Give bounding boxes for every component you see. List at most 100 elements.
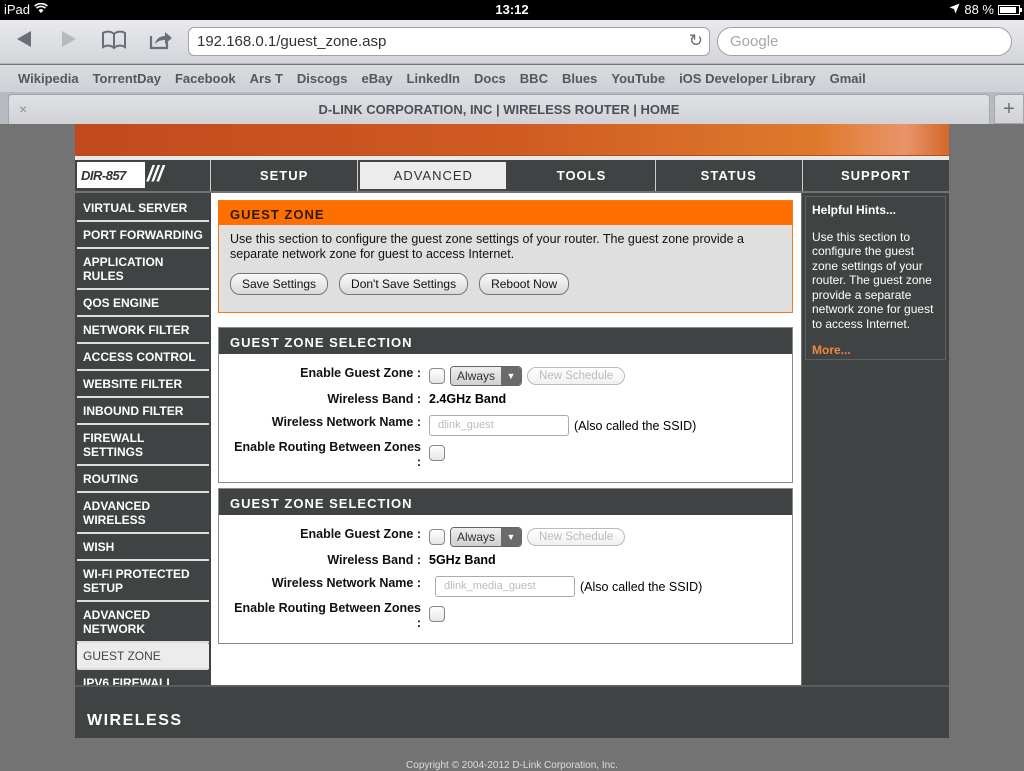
search-field[interactable]: Google — [717, 27, 1012, 56]
tab-title: D-LINK CORPORATION, INC | WIRELESS ROUTE… — [318, 102, 680, 117]
sidebar-item-firewall-settings[interactable]: FIREWALL SETTINGS — [77, 425, 209, 466]
browser-tab[interactable]: × D-LINK CORPORATION, INC | WIRELESS ROU… — [8, 94, 990, 124]
nav-tab-support[interactable]: SUPPORT — [803, 160, 949, 191]
schedule-select[interactable]: Always ▼ — [450, 527, 523, 547]
sidebar-item-advanced-network[interactable]: ADVANCED NETWORK — [77, 602, 209, 643]
nav-tab-advanced[interactable]: ADVANCED — [358, 160, 509, 191]
ssid-note: (Also called the SSID) — [574, 418, 697, 433]
dlink-banner — [75, 124, 949, 156]
enable-routing-label-text: Enable Routing Between Zones — [234, 601, 421, 615]
back-arrow-icon[interactable] — [16, 30, 32, 52]
chevron-down-icon: ▼ — [501, 528, 522, 546]
nav-tab-tools[interactable]: TOOLS — [508, 160, 656, 191]
schedule-selected-value: Always — [451, 528, 502, 546]
reboot-now-button[interactable]: Reboot Now — [479, 273, 570, 295]
bookmark-item[interactable]: Blues — [562, 71, 597, 86]
sidebar-item-routing[interactable]: ROUTING — [77, 466, 209, 493]
sidebar-item-access-control[interactable]: ACCESS CONTROL — [77, 344, 209, 371]
sidebar-item-guest-zone[interactable]: GUEST ZONE — [77, 643, 209, 670]
sidebar-item-wish[interactable]: WISH — [77, 534, 209, 561]
ios-status-bar: iPad 13:12 88 % — [0, 0, 1024, 20]
sidebar: VIRTUAL SERVER PORT FORWARDING APPLICATION… — [75, 193, 211, 724]
search-placeholder: Google — [730, 33, 779, 50]
wireless-network-name-label: Wireless Network Name : — [271, 415, 421, 429]
enable-routing-checkbox[interactable] — [429, 606, 445, 622]
model-slashes: /// — [147, 161, 163, 186]
enable-guest-zone-label: Enable Guest Zone : — [300, 527, 421, 541]
sidebar-item-application-rules[interactable]: APPLICATION RULES — [77, 249, 209, 290]
bookmark-item[interactable]: eBay — [361, 71, 392, 86]
schedule-select[interactable]: Always ▼ — [450, 366, 523, 386]
nav-tab-status[interactable]: STATUS — [656, 160, 803, 191]
bookmark-item[interactable]: Facebook — [175, 71, 236, 86]
sidebar-item-wi-fi-protected-setup[interactable]: WI-FI PROTECTED SETUP — [77, 561, 209, 602]
intro-title: GUEST ZONE — [219, 201, 792, 225]
section-title: GUEST ZONE SELECTION — [219, 489, 792, 515]
copyright-text: Copyright © 2004-2012 D-Link Corporation… — [406, 760, 618, 771]
enable-guest-zone-checkbox[interactable] — [429, 368, 445, 384]
sidebar-item-qos-engine[interactable]: QOS ENGINE — [77, 290, 209, 317]
enable-routing-checkbox[interactable] — [429, 445, 445, 461]
save-settings-button[interactable]: Save Settings — [230, 273, 329, 295]
address-bar[interactable]: 192.168.0.1/guest_zone.asp ↻ — [188, 27, 710, 56]
top-nav: DIR-857 /// SETUP ADVANCED TOOLS STATUS SUPP… — [75, 160, 949, 191]
forward-arrow-icon[interactable] — [61, 30, 77, 52]
wireless-band-value: 2.4GHz Band — [429, 392, 507, 406]
page-footer: WIRELESS — [75, 685, 949, 738]
sidebar-item-virtual-server[interactable]: VIRTUAL SERVER — [77, 195, 209, 222]
wireless-logo: WIRELESS — [87, 712, 183, 729]
ssid-input[interactable]: dlink_guest — [429, 415, 569, 436]
hints-title: Helpful Hints... — [812, 203, 896, 217]
schedule-selected-value: Always — [451, 367, 502, 385]
bookmark-item[interactable]: Gmail — [830, 71, 866, 86]
enable-guest-zone-checkbox[interactable] — [429, 529, 445, 545]
intro-description: Use this section to configure the guest … — [230, 232, 744, 261]
wireless-network-name-label: Wireless Network Name : — [271, 576, 421, 590]
bookmarks-book-icon[interactable] — [101, 30, 127, 54]
hints-body: Use this section to configure the guest … — [812, 229, 934, 331]
bookmark-item[interactable]: Wikipedia — [18, 71, 79, 86]
browser-toolbar: 192.168.0.1/guest_zone.asp ↻ Google — [0, 20, 1024, 64]
reload-icon[interactable]: ↻ — [689, 31, 703, 51]
guest-zone-selection-1: GUEST ZONE SELECTION Enable Guest Zone :… — [218, 327, 793, 483]
wireless-band-label: Wireless Band : — [327, 392, 421, 406]
ssid-note: (Also called the SSID) — [580, 579, 703, 594]
new-schedule-button[interactable]: New Schedule — [527, 528, 626, 546]
new-tab-button[interactable]: + — [994, 94, 1024, 124]
tab-bar: × D-LINK CORPORATION, INC | WIRELESS ROU… — [0, 92, 1024, 124]
sidebar-item-port-forwarding[interactable]: PORT FORWARDING — [77, 222, 209, 249]
guest-zone-selection-2: GUEST ZONE SELECTION Enable Guest Zone :… — [218, 488, 793, 644]
bookmarks-bar: Wikipedia TorrentDay Facebook Ars T Discogs e… — [0, 65, 1024, 92]
battery-percent: 88 % — [964, 2, 994, 17]
clock: 13:12 — [495, 2, 529, 17]
url-text: 192.168.0.1/guest_zone.asp — [197, 33, 387, 50]
bookmark-item[interactable]: Ars T — [250, 71, 283, 86]
router-page: DIR-857 /// SETUP ADVANCED TOOLS STATUS SUPP… — [75, 124, 949, 738]
helpful-hints-panel: Helpful Hints... Use this section to con… — [802, 193, 949, 685]
enable-guest-zone-label: Enable Guest Zone : — [300, 366, 421, 380]
sidebar-item-website-filter[interactable]: WEBSITE FILTER — [77, 371, 209, 398]
sidebar-item-inbound-filter[interactable]: INBOUND FILTER — [77, 398, 209, 425]
new-schedule-button[interactable]: New Schedule — [527, 367, 626, 385]
bookmark-item[interactable]: iOS Developer Library — [679, 71, 816, 86]
bookmark-item[interactable]: TorrentDay — [93, 71, 161, 86]
dont-save-settings-button[interactable]: Don't Save Settings — [339, 273, 469, 295]
chevron-down-icon: ▼ — [501, 367, 522, 385]
battery-fill — [1000, 6, 1016, 13]
location-icon — [949, 2, 960, 17]
bookmark-item[interactable]: YouTube — [611, 71, 665, 86]
bookmark-item[interactable]: Discogs — [297, 71, 348, 86]
sidebar-item-network-filter[interactable]: NETWORK FILTER — [77, 317, 209, 344]
enable-routing-label-text: Enable Routing Between Zones — [234, 440, 421, 454]
bookmark-item[interactable]: Docs — [474, 71, 506, 86]
share-icon[interactable] — [149, 30, 173, 54]
main-content: GUEST ZONE Use this section to configure… — [211, 193, 801, 685]
bookmark-item[interactable]: LinkedIn — [407, 71, 460, 86]
battery-icon — [998, 4, 1022, 15]
ssid-input[interactable]: dlink_media_guest — [435, 576, 575, 597]
nav-tab-setup[interactable]: SETUP — [211, 160, 359, 191]
enable-routing-label-colon: : — [416, 455, 421, 469]
sidebar-item-advanced-wireless[interactable]: ADVANCED WIRELESS — [77, 493, 209, 534]
bookmark-item[interactable]: BBC — [520, 71, 548, 86]
hints-more-link[interactable]: More... — [812, 343, 939, 358]
